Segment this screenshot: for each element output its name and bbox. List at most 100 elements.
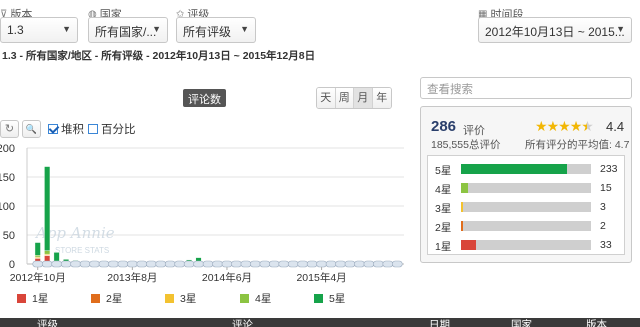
navigator-marker [164, 260, 176, 268]
rating-row-count: 2 [600, 220, 606, 232]
reset-zoom-button[interactable]: ↻ [0, 120, 19, 138]
rating-row-label: 2星 [435, 222, 452, 234]
rating-distribution: 5星 233 4星 15 3星 3 2星 2 1星 33 [427, 155, 625, 255]
legend-item-4star[interactable]: 4星 [240, 291, 271, 306]
navigator-marker [136, 260, 148, 268]
magnifier-icon: 🔍 [25, 124, 38, 134]
navigator-marker [41, 260, 53, 268]
navigator-marker [382, 260, 394, 268]
search-input[interactable]: 查看搜索 [420, 77, 632, 99]
half-star-icon: ★ [581, 118, 594, 134]
legend-item-2star[interactable]: 2星 [91, 291, 122, 306]
navigator-marker [32, 260, 44, 268]
col-rating[interactable]: 评级 [37, 318, 58, 327]
ratings-summary-panel: 286 评价 185,555总评价 ★★★★★ 4.4 所有评分的平均值: 4.… [420, 106, 632, 263]
legend-item-1star[interactable]: 1星 [17, 291, 48, 306]
rating-bar-fill [461, 221, 463, 231]
legend-item-5star[interactable]: 5星 [314, 291, 345, 306]
navigator-marker [70, 260, 81, 268]
x-tick-label: 2015年4月 [296, 271, 346, 284]
star-icon: ★ [546, 118, 560, 134]
y-tick-label: 200 [0, 143, 15, 155]
rating-row[interactable]: 5星 233 [428, 160, 626, 178]
chevron-down-icon: ▼ [62, 24, 71, 34]
navigator-marker [297, 260, 308, 268]
y-tick-label: 150 [0, 172, 15, 184]
col-date[interactable]: 日期 [429, 318, 450, 327]
chart-bar-segment [53, 252, 60, 262]
reset-icon: ↻ [4, 123, 15, 135]
total-ratings-label: 评价 [463, 125, 485, 137]
navigator-marker [221, 260, 233, 268]
legend-item-3star[interactable]: 3星 [165, 291, 196, 306]
granularity-month-button[interactable]: 月 [354, 88, 373, 108]
rating-bar-fill [461, 164, 567, 174]
rating-row[interactable]: 4星 15 [428, 179, 626, 197]
country-select[interactable]: 所有国家/... ▼ [88, 17, 168, 43]
reviews-chart: 050100150200App AnnieSTORE STATS2012年10月… [0, 143, 404, 284]
x-tick-label: 2012年10月 [10, 271, 66, 284]
chart-title: 评论数 [183, 89, 226, 107]
overall-average-label: 所有评分的平均值: 4.7 [525, 139, 630, 151]
rating-bar-track [461, 202, 591, 212]
navigator-marker [268, 260, 280, 268]
navigator-marker [325, 260, 337, 268]
navigator-marker [212, 260, 223, 268]
granularity-day-button[interactable]: 天 [317, 88, 336, 108]
navigator-marker [278, 260, 290, 268]
rating-select[interactable]: 所有评级 ▼ [176, 17, 256, 43]
rating-row-count: 233 [600, 163, 618, 175]
chart-bar-segment [44, 166, 51, 251]
navigator-marker [60, 260, 72, 268]
version-select[interactable]: 1.3 ▼ [0, 17, 78, 43]
period-select[interactable]: 2012年10月13日 ~ 2015... ▼ [478, 17, 632, 43]
chart-legend: 1星 2星 3星 4星 5星 [0, 291, 400, 307]
rating-bar-fill [461, 240, 476, 250]
rating-row-count: 33 [600, 239, 612, 251]
navigator-marker [108, 260, 119, 268]
navigator-marker [240, 260, 252, 268]
navigator-marker [391, 260, 403, 268]
navigator-marker [344, 260, 356, 268]
chart-bar-segment [34, 242, 41, 256]
chart-bar-segment [44, 250, 51, 255]
navigator-marker [259, 260, 271, 268]
y-tick-label: 100 [0, 201, 15, 213]
star-rating: ★★★★★ [535, 118, 594, 135]
stacked-toggle[interactable]: 堆积 [48, 121, 84, 137]
navigator-marker [117, 260, 129, 268]
rating-row[interactable]: 1星 33 [428, 236, 626, 254]
rating-bar-fill [461, 202, 463, 212]
rating-row-label: 1星 [435, 241, 452, 253]
navigator-marker [155, 260, 167, 268]
rating-row-count: 3 [600, 201, 606, 213]
navigator-marker [250, 260, 261, 268]
zoom-button[interactable]: 🔍 [22, 120, 41, 138]
checkbox-icon [88, 124, 98, 134]
navigator-marker [89, 260, 100, 268]
rating-row[interactable]: 3星 3 [428, 198, 626, 216]
navigator-marker [316, 260, 327, 268]
chevron-down-icon: ▼ [152, 24, 161, 34]
percent-toggle[interactable]: 百分比 [88, 121, 136, 137]
checkbox-checked-icon [48, 124, 58, 134]
granularity-year-button[interactable]: 年 [372, 88, 391, 108]
col-country[interactable]: 国家 [511, 318, 532, 327]
rating-row[interactable]: 2星 2 [428, 217, 626, 235]
chevron-down-icon: ▼ [616, 24, 625, 34]
col-version[interactable]: 版本 [586, 318, 607, 327]
navigator-marker [79, 260, 91, 268]
x-tick-label: 2014年6月 [202, 271, 252, 284]
rating-row-count: 15 [600, 182, 612, 194]
granularity-week-button[interactable]: 周 [335, 88, 354, 108]
navigator-marker [145, 260, 157, 268]
rating-bar-track [461, 164, 591, 174]
navigator-marker [127, 260, 138, 268]
watermark-subtitle: STORE STATS [55, 246, 109, 255]
col-review[interactable]: 评论 [232, 318, 253, 327]
navigator-marker [51, 260, 62, 268]
rating-bar-track [461, 183, 591, 193]
average-rating: 4.4 [606, 119, 625, 134]
rating-row-label: 5星 [435, 165, 452, 177]
rating-bar-fill [461, 183, 468, 193]
